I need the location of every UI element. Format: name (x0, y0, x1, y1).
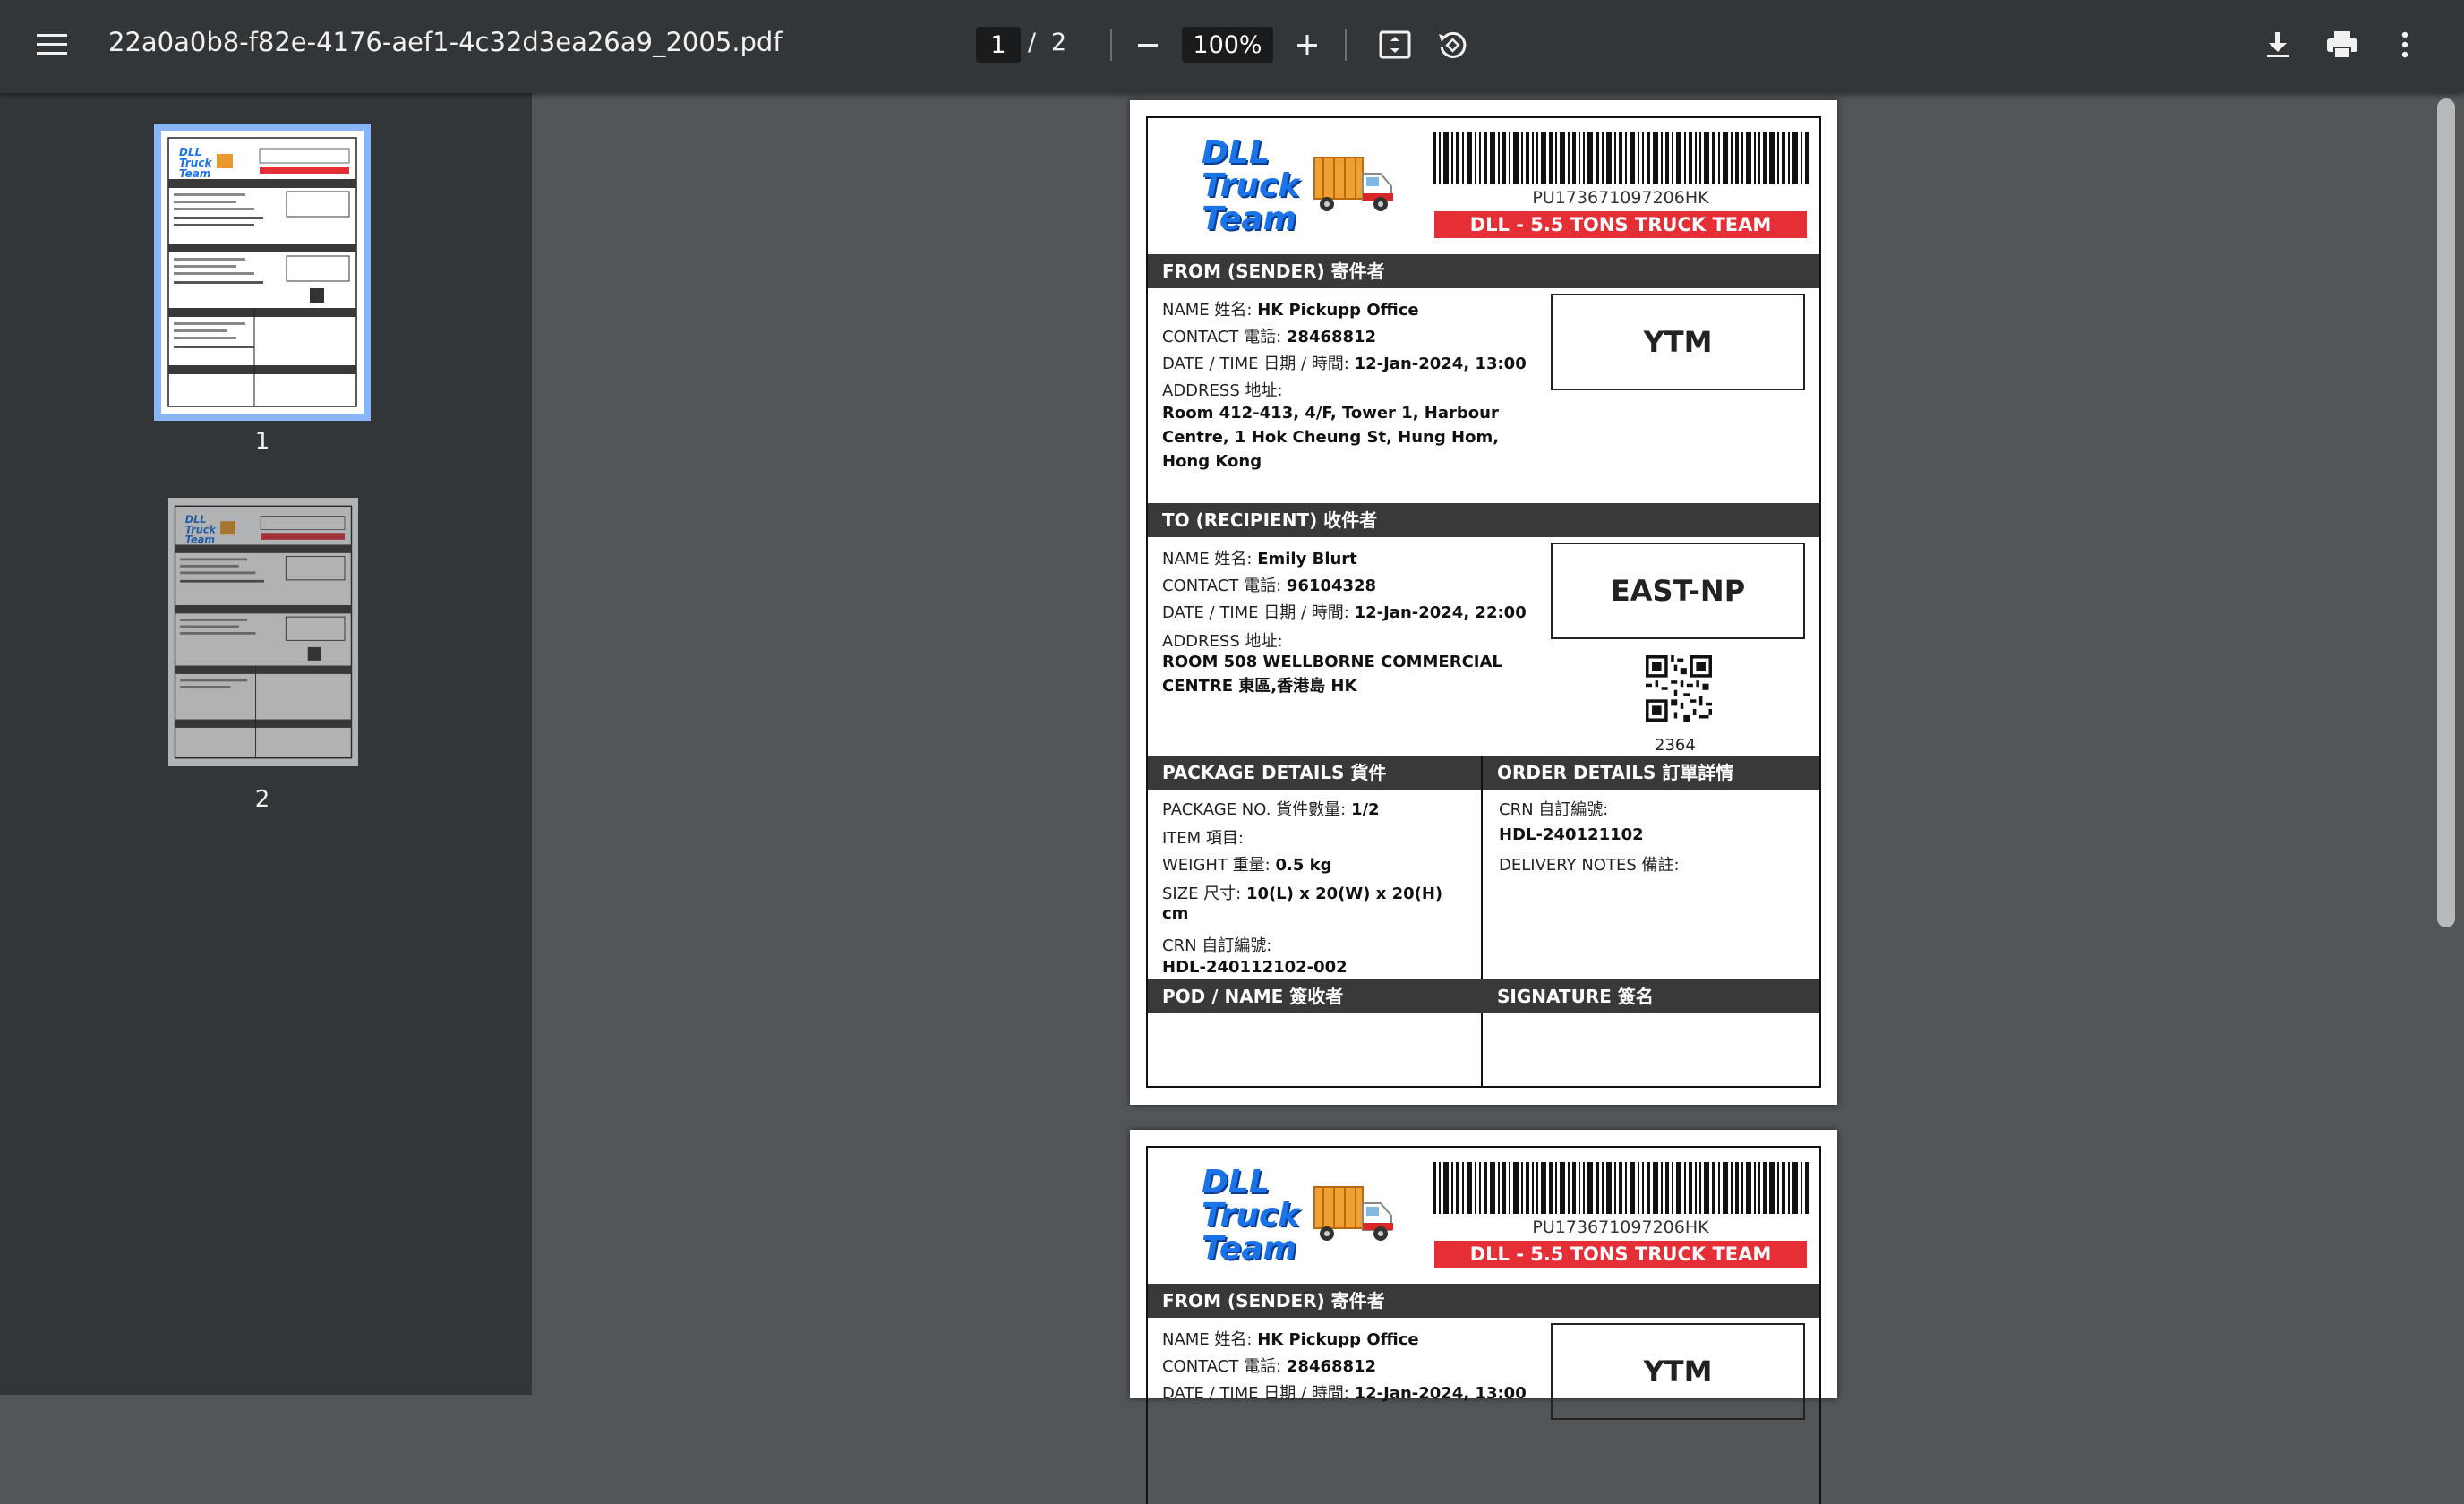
shipping-label: DLL Truck Team PU173671097206HK DLL - 5.5 … (1146, 1146, 1821, 1504)
package-item: ITEM 項目: (1162, 829, 1244, 848)
fit-to-page-button[interactable] (1375, 25, 1415, 64)
shipping-label: DLL Truck Team PU173671097206HK DLL - 5.5 … (1146, 116, 1821, 1088)
more-vert-icon (2401, 31, 2408, 58)
recipient-address: ROOM 508 WELLBORNE COMMERCIAL CENTRE 東區,… (1162, 653, 1502, 696)
recipient-datetime: DATE / TIME 日期 / 時間: 12-Jan-2024, 22:00 (1162, 603, 1527, 622)
rotate-icon (1439, 31, 1467, 58)
order-crn-label: CRN 自訂編號: (1499, 800, 1609, 819)
total-pages: 2 (1051, 29, 1067, 56)
recipient-header: TO (RECIPIENT) 收件者 (1148, 503, 1819, 537)
order-header: ORDER DETAILS 訂單詳情 (1483, 756, 1819, 790)
service-banner: DLL - 5.5 TONS TRUCK TEAM (1434, 1241, 1807, 1268)
company-logo: DLL Truck Team (1202, 134, 1300, 237)
sender-header: FROM (SENDER) 寄件者 (1148, 1284, 1819, 1318)
sender-header: FROM (SENDER) 寄件者 (1148, 254, 1819, 288)
print-button[interactable] (2321, 25, 2364, 64)
recipient-name: NAME 姓名: Emily Blurt (1162, 550, 1357, 568)
zoom-in-button[interactable] (1289, 27, 1325, 63)
sender-area-code: YTM (1551, 1323, 1805, 1420)
pod-header: POD / NAME 簽收者 (1148, 979, 1483, 1013)
sender-name: NAME 姓名: HK Pickupp Office (1162, 301, 1419, 320)
sender-name: NAME 姓名: HK Pickupp Office (1162, 1330, 1419, 1349)
plus-icon (1297, 35, 1317, 55)
order-delivery-notes: DELIVERY NOTES 備註: (1499, 856, 1680, 875)
recipient-address-label: ADDRESS 地址: (1162, 632, 1283, 651)
print-icon (2327, 31, 2357, 59)
pdf-page-1: DLL Truck Team PU173671097206HK DLL - 5.5 … (1130, 100, 1837, 1105)
minus-icon (1138, 44, 1158, 47)
truck-icon (1313, 1186, 1393, 1241)
page-number-input[interactable]: 1 (976, 27, 1021, 63)
sender-address: Room 412-413, 4/F, Tower 1, Harbour Cent… (1162, 404, 1500, 471)
document-title: 22a0a0b8-f82e-4176-aef1-4c32d3ea26a9_200… (108, 27, 783, 57)
sender-contact: CONTACT 電話: 28468812 (1162, 328, 1377, 346)
page-separator: / (1028, 29, 1037, 56)
recipient-contact: CONTACT 電話: 96104328 (1162, 577, 1377, 595)
qr-code-icon (1646, 655, 1712, 722)
column-divider (1481, 756, 1483, 1086)
sender-datetime: DATE / TIME 日期 / 時間: 12-Jan-2024, 13:00 (1162, 355, 1527, 373)
company-logo: DLL Truck Team (1202, 1164, 1300, 1267)
truck-icon (1313, 157, 1393, 211)
package-size: SIZE 尺寸: 10(L) x 20(W) x 20(H) (1162, 884, 1443, 903)
package-crn: HDL-240112102-002 (1162, 958, 1348, 977)
toolbar-divider (1345, 29, 1347, 61)
signature-header: SIGNATURE 簽名 (1483, 979, 1819, 1013)
download-icon (2267, 32, 2289, 57)
sender-address-label: ADDRESS 地址: (1162, 381, 1283, 400)
menu-icon[interactable] (32, 27, 72, 63)
zoom-out-button[interactable] (1130, 27, 1166, 63)
package-number: PACKAGE NO. 貨件數量: 1/2 (1162, 800, 1380, 819)
rotate-button[interactable] (1433, 25, 1472, 64)
pdf-page-2: DLL Truck Team PU173671097206HK DLL - 5.5 … (1130, 1130, 1837, 1504)
vertical-scrollbar[interactable] (2437, 98, 2455, 927)
tracking-number: PU173671097206HK (1532, 188, 1709, 208)
service-banner: DLL - 5.5 TONS TRUCK TEAM (1434, 211, 1807, 238)
zoom-level-input[interactable]: 100% (1182, 27, 1273, 63)
tracking-number: PU173671097206HK (1532, 1218, 1709, 1237)
package-weight: WEIGHT 重量: 0.5 kg (1162, 856, 1332, 875)
barcode (1433, 132, 1809, 184)
more-options-button[interactable] (2387, 25, 2423, 64)
recipient-area-code: EAST-NP (1551, 543, 1805, 639)
fit-page-icon (1379, 30, 1411, 59)
sender-datetime: DATE / TIME 日期 / 時間: 12-Jan-2024, 13:00 (1162, 1384, 1527, 1403)
package-size-unit: cm (1162, 904, 1189, 923)
package-crn-label: CRN 自訂編號: (1162, 936, 1272, 955)
qr-code-number: 2364 (1655, 736, 1696, 755)
order-crn: HDL-240121102 (1499, 825, 1644, 844)
sender-area-code: YTM (1551, 294, 1805, 390)
sender-contact: CONTACT 電話: 28468812 (1162, 1357, 1377, 1376)
barcode (1433, 1162, 1809, 1214)
download-button[interactable] (2258, 25, 2297, 64)
package-header: PACKAGE DETAILS 貨件 (1148, 756, 1483, 790)
pdf-toolbar: 22a0a0b8-f82e-4176-aef1-4c32d3ea26a9_200… (0, 0, 2464, 93)
toolbar-divider (1110, 29, 1112, 61)
